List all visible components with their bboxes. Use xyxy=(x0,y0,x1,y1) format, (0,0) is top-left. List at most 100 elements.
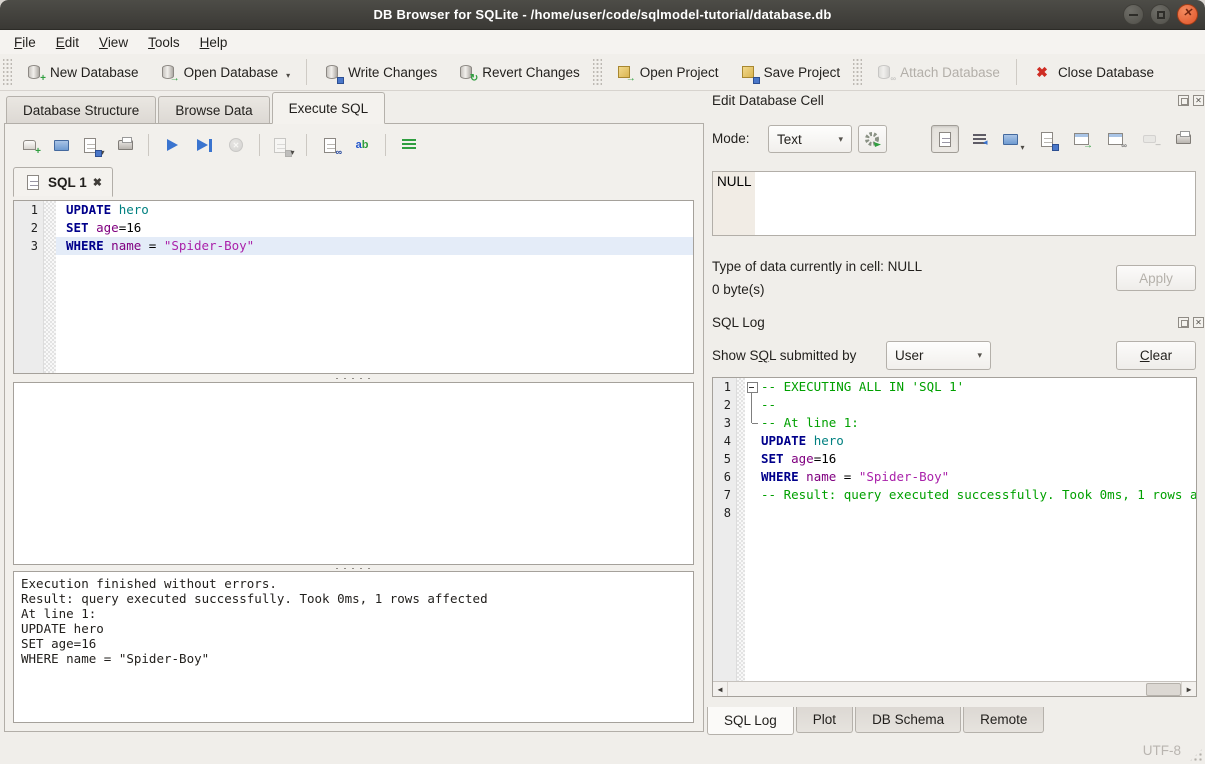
dock-tab-sql-log[interactable]: SQL Log xyxy=(707,707,794,735)
splitter-editor-results[interactable] xyxy=(13,375,694,381)
fold-spacer xyxy=(745,504,759,522)
toolbar-drag-handle[interactable] xyxy=(853,59,862,85)
doclines-icon xyxy=(936,130,954,148)
dock-tab-plot[interactable]: Plot xyxy=(796,707,853,733)
close-dock-icon[interactable]: ✕ xyxy=(1193,95,1204,106)
toolbar-separator xyxy=(259,134,260,156)
float-dock-icon[interactable] xyxy=(1178,95,1189,106)
open-sql-file-button[interactable] xyxy=(47,132,75,158)
code-line-1: -- EXECUTING ALL IN 'SQL 1' xyxy=(745,378,1196,396)
export-to-file-button[interactable] xyxy=(1033,125,1061,153)
editor-code-area[interactable]: UPDATE heroSET age=16WHERE name = "Spide… xyxy=(56,201,693,373)
close-dock-icon[interactable]: ✕ xyxy=(1193,317,1204,328)
cell-null-value: NULL xyxy=(717,174,752,189)
ab-icon: ab xyxy=(353,136,371,154)
main-toolbar: +New Database→Open Database▾ Write Change… xyxy=(0,54,1205,91)
open-project-button[interactable]: →Open Project xyxy=(605,58,729,86)
title-bar[interactable]: DB Browser for SQLite - /home/user/code/… xyxy=(0,0,1205,30)
save-sql-file-button[interactable]: ▾ xyxy=(79,132,107,158)
db-write-icon xyxy=(323,63,341,81)
toolbar-drag-handle[interactable] xyxy=(3,59,12,85)
tab-execute-sql[interactable]: Execute SQL xyxy=(272,92,386,124)
find-button[interactable]: ∞ xyxy=(316,132,344,158)
db-open-icon: → xyxy=(159,63,177,81)
menu-edit[interactable]: Edit xyxy=(46,33,89,52)
stop-icon: ✕ xyxy=(227,136,245,154)
set-as-null-button[interactable]: − xyxy=(1135,125,1163,153)
menu-tools[interactable]: Tools xyxy=(138,33,190,52)
results-grid-pane[interactable] xyxy=(13,382,694,565)
cell-value-editor[interactable]: NULL xyxy=(712,171,1196,236)
save-project-button[interactable]: Save Project xyxy=(729,58,851,86)
open-in-external-app-button[interactable]: → xyxy=(1067,125,1095,153)
dock-tab-remote[interactable]: Remote xyxy=(963,707,1044,733)
dock-tab-db-schema[interactable]: DB Schema xyxy=(855,707,961,733)
close-button[interactable]: ✕ xyxy=(1177,4,1198,25)
clear-log-button[interactable]: Clear xyxy=(1116,341,1196,370)
code-line-2: SET age=16 xyxy=(56,219,693,237)
sql-editor-tab[interactable]: SQL 1 ✖ xyxy=(13,167,113,197)
menu-file[interactable]: File xyxy=(4,33,46,52)
main-tab-bar: Database StructureBrowse DataExecute SQL xyxy=(6,92,387,124)
sql-editor-tab-label: SQL 1 xyxy=(48,175,87,190)
wrap-icon xyxy=(970,130,988,148)
close-tab-icon[interactable]: ✖ xyxy=(93,176,102,189)
print-cell-button[interactable] xyxy=(1169,125,1197,153)
scroll-right-icon[interactable]: ▶ xyxy=(1181,682,1196,696)
menu-view[interactable]: View xyxy=(89,33,138,52)
mode-combobox[interactable]: Text ▾ xyxy=(768,125,852,153)
minimize-button[interactable] xyxy=(1123,4,1144,25)
revert-changes-button[interactable]: ↻Revert Changes xyxy=(447,58,590,86)
stop-execution-button[interactable]: ✕ xyxy=(222,132,250,158)
log-horizontal-scrollbar[interactable]: ◀ ▶ xyxy=(713,681,1196,696)
winlink-icon: ∞ xyxy=(1106,130,1124,148)
sql-document-icon xyxy=(24,173,42,191)
tab-browse-data[interactable]: Browse Data xyxy=(158,96,269,124)
execute-current-line-button[interactable] xyxy=(190,132,218,158)
pagesave-icon xyxy=(271,136,289,154)
sql-log-dock-buttons: ✕ xyxy=(1178,317,1204,328)
scroll-left-icon[interactable]: ◀ xyxy=(713,682,728,696)
chevron-down-icon: ▾ xyxy=(838,134,843,145)
close-database-button[interactable]: ✖Close Database xyxy=(1023,58,1164,86)
close-x-icon: ✖ xyxy=(1033,63,1051,81)
open-database-button[interactable]: →Open Database▾ xyxy=(149,58,301,86)
scrollbar-thumb[interactable] xyxy=(1146,683,1181,696)
apply-mode-button[interactable] xyxy=(858,125,887,153)
toolbar-drag-handle[interactable] xyxy=(593,59,602,85)
menu-bar: FileEditViewToolsHelp xyxy=(0,30,1205,54)
execution-messages[interactable]: Execution finished without errors. Resul… xyxy=(13,571,694,723)
winarrow-icon: → xyxy=(1072,130,1090,148)
fold-marker-icon[interactable] xyxy=(745,378,759,396)
sql-log-view[interactable]: 12345678 -- EXECUTING ALL IN 'SQL 1'----… xyxy=(712,377,1197,697)
log-filter-combobox[interactable]: User ▾ xyxy=(886,341,991,370)
resize-grip[interactable] xyxy=(1189,748,1203,762)
import-from-file-button[interactable]: ▾ xyxy=(999,125,1027,153)
dock-tab-bar: SQL LogPlotDB SchemaRemote xyxy=(707,707,1046,735)
new-database-button[interactable]: +New Database xyxy=(15,58,149,86)
apply-cell-button[interactable]: Apply xyxy=(1116,265,1196,291)
save-results-button[interactable]: ▾ xyxy=(269,132,297,158)
word-wrap-button[interactable] xyxy=(965,125,993,153)
text-mode-button[interactable] xyxy=(931,125,959,153)
folder-icon xyxy=(52,136,70,154)
line-number: 2 xyxy=(713,396,736,414)
fold-spacer xyxy=(745,486,759,504)
write-changes-button[interactable]: Write Changes xyxy=(313,58,447,86)
attach-database-button[interactable]: ∞Attach Database xyxy=(865,58,1010,86)
editor-line-numbers: 123 xyxy=(14,201,44,373)
menu-help[interactable]: Help xyxy=(190,33,238,52)
sql-editor[interactable]: 123 UPDATE heroSET age=16WHERE name = "S… xyxy=(13,200,694,374)
execute-all-button[interactable] xyxy=(158,132,186,158)
copy-link-button[interactable]: ∞ xyxy=(1101,125,1129,153)
tab-database-structure[interactable]: Database Structure xyxy=(6,96,156,124)
line-number: 6 xyxy=(713,468,736,486)
tabnew-icon: + xyxy=(20,136,38,154)
auto-format-button[interactable] xyxy=(395,132,423,158)
find-replace-button[interactable]: ab xyxy=(348,132,376,158)
print-sql-button[interactable] xyxy=(111,132,139,158)
maximize-button[interactable] xyxy=(1150,4,1171,25)
float-dock-icon[interactable] xyxy=(1178,317,1189,328)
revert-changes-label: Revert Changes xyxy=(482,65,580,80)
new-sql-tab-button[interactable]: + xyxy=(15,132,43,158)
